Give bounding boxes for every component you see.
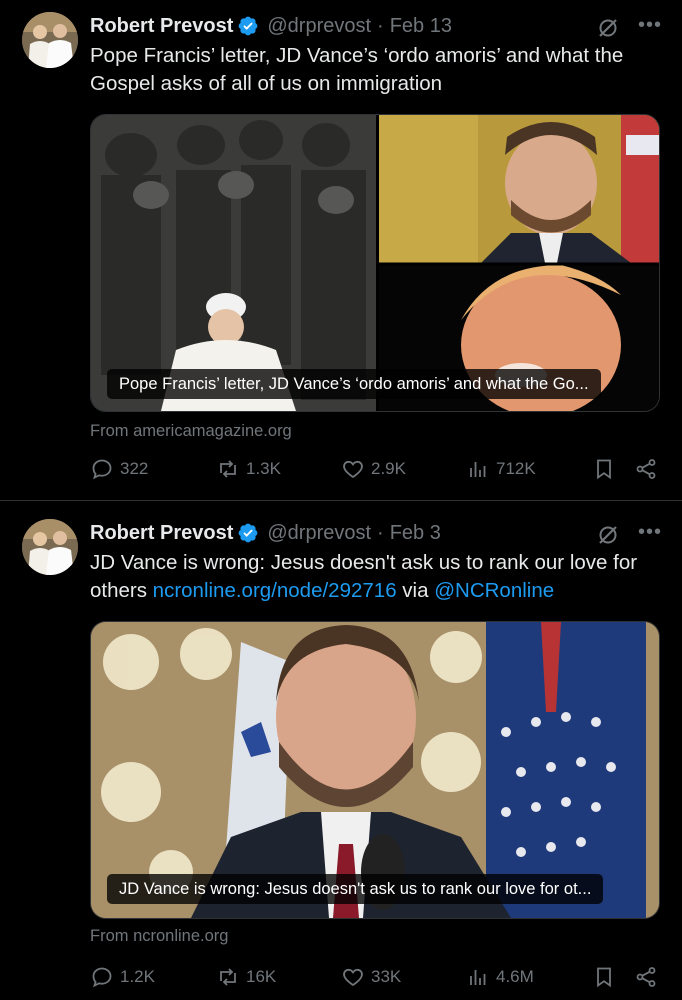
like-button[interactable]: 2.9K (341, 454, 406, 484)
avatar[interactable] (22, 12, 78, 68)
share-button[interactable] (634, 962, 664, 992)
more-icon[interactable]: ••• (638, 14, 662, 37)
avatar[interactable] (22, 519, 78, 575)
action-bar: 322 1.3K 2.9K 712K (90, 454, 660, 484)
separator: · (377, 521, 384, 544)
bookmark-icon (597, 967, 611, 988)
like-count: 2.9K (371, 459, 406, 478)
separator: · (377, 14, 384, 37)
views-button[interactable]: 4.6M (466, 962, 534, 992)
post-2[interactable]: Robert Prevost @drprevost · Feb 3 ••• JD… (0, 519, 682, 1000)
reply-button[interactable]: 1.2K (90, 962, 155, 992)
repost-icon (220, 968, 236, 986)
post-header: Robert Prevost @drprevost · Feb 3 (90, 519, 441, 547)
verified-badge-icon (237, 15, 259, 37)
post-1[interactable]: Robert Prevost @drprevost · Feb 13 ••• P… (0, 12, 682, 502)
like-icon (343, 968, 363, 987)
post-text: Pope Francis’ letter, JD Vance’s ‘ordo a… (90, 44, 624, 95)
author-handle[interactable]: @drprevost (267, 15, 371, 38)
more-icon[interactable]: ••• (638, 521, 662, 544)
views-count: 4.6M (496, 967, 534, 986)
link-source[interactable]: From ncronline.org (90, 927, 228, 946)
share-icon (636, 967, 656, 987)
repost-count: 16K (246, 967, 277, 986)
post-divider (0, 500, 682, 501)
author-name[interactable]: Robert Prevost (90, 15, 233, 38)
author-name[interactable]: Robert Prevost (90, 522, 233, 545)
reply-count: 1.2K (120, 967, 155, 986)
post-date[interactable]: Feb 13 (390, 15, 452, 38)
bookmark-button[interactable] (592, 962, 622, 992)
reply-icon (92, 459, 112, 480)
share-icon (636, 459, 656, 479)
author-handle[interactable]: @drprevost (267, 522, 371, 545)
reply-count: 322 (120, 459, 149, 478)
media-caption: Pope Francis’ letter, JD Vance’s ‘ordo a… (107, 369, 601, 399)
mention-link[interactable]: @NCRonline (434, 579, 554, 602)
like-count: 33K (371, 967, 402, 986)
grok-icon[interactable] (596, 16, 620, 40)
views-count: 712K (496, 459, 536, 478)
media-caption: JD Vance is wrong: Jesus doesn't ask us … (107, 874, 604, 904)
post-text: JD Vance is wrong: Jesus doesn't ask us … (90, 549, 660, 605)
post-link[interactable]: ncronline.org/node/292716 (153, 579, 397, 602)
post-text-via: via (396, 579, 435, 602)
link-source[interactable]: From americamagazine.org (90, 422, 292, 441)
post-header: Robert Prevost @drprevost · Feb 13 (90, 12, 452, 40)
views-icon (470, 970, 486, 985)
post-media[interactable]: JD Vance is wrong: Jesus doesn't ask us … (90, 621, 660, 919)
grok-icon[interactable] (596, 523, 620, 547)
verified-badge-icon (237, 522, 259, 544)
repost-icon (220, 460, 236, 478)
like-button[interactable]: 33K (341, 962, 401, 992)
repost-button[interactable]: 1.3K (216, 454, 281, 484)
repost-button[interactable]: 16K (216, 962, 276, 992)
repost-count: 1.3K (246, 459, 281, 478)
post-date[interactable]: Feb 3 (390, 522, 441, 545)
views-button[interactable]: 712K (466, 454, 536, 484)
bookmark-icon (597, 459, 611, 480)
reply-button[interactable]: 322 (90, 454, 148, 484)
views-icon (470, 462, 486, 477)
bookmark-button[interactable] (592, 454, 622, 484)
media-image (91, 115, 659, 411)
reply-icon (92, 967, 112, 988)
like-icon (343, 460, 363, 479)
action-bar: 1.2K 16K 33K 4.6M (90, 962, 660, 992)
share-button[interactable] (634, 454, 664, 484)
post-media[interactable]: Pope Francis’ letter, JD Vance’s ‘ordo a… (90, 114, 660, 412)
